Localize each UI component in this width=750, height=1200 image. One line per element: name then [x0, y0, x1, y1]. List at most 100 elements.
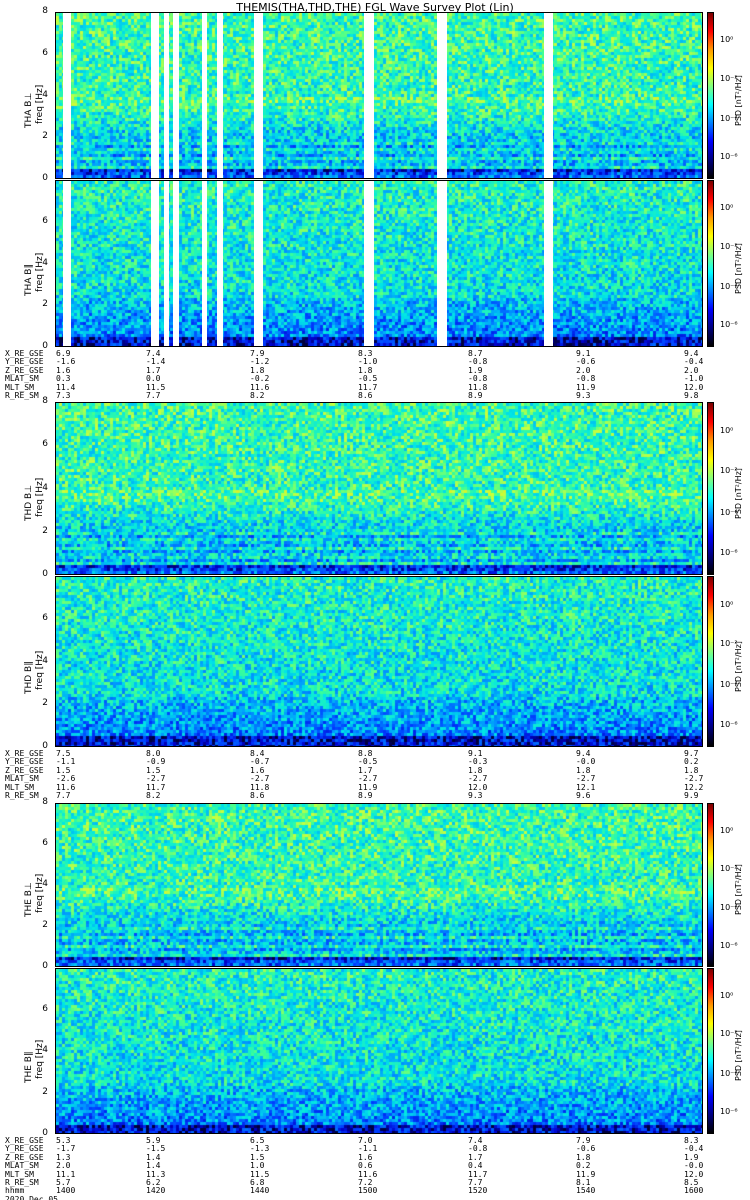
ephemeris-column: 7.4 -1.4 1.7 0.0 11.5 7.7 [146, 349, 166, 401]
ephemeris-column: 5.3 -1.7 1.3 2.0 11.1 5.7 1400 [56, 1136, 76, 1196]
ephemeris-column: 5.9 -1.5 1.4 1.4 11.3 6.2 1420 [146, 1136, 166, 1196]
colorbar-tick: 10⁰ [720, 991, 734, 1001]
panel-yunit: freq [Hz] [35, 252, 45, 292]
colorbar [707, 180, 714, 347]
ephemeris-labels: X_RE_GSE Y_RE_GSE Z_RE_GSE MLAT_SM MLT_S… [5, 349, 44, 401]
colorbar-tick: 10⁻⁶ [720, 547, 738, 557]
colorbar-label: PSD [nT²/Hz] [734, 640, 743, 692]
data-gap [217, 13, 223, 178]
panel-yunit: freq [Hz] [35, 477, 45, 517]
data-gap [164, 181, 169, 346]
data-gap [151, 181, 159, 346]
spectrogram-panel [55, 180, 703, 347]
y-tick-label: 8 [42, 6, 48, 16]
data-gap [254, 181, 263, 346]
probe-component-label: THD B∥ [24, 660, 34, 694]
ephemeris-column: 7.4 -0.8 1.7 0.4 11.7 7.7 1520 [468, 1136, 488, 1196]
y-tick-label: 6 [42, 215, 48, 226]
data-gap [364, 13, 374, 178]
probe-component-label: THD B⊥ [24, 484, 34, 521]
spectrogram-panel [55, 968, 703, 1134]
colorbar [707, 803, 714, 967]
ephemeris-column: 8.0 -0.9 1.5 -2.7 11.7 8.2 [146, 749, 166, 801]
ephemeris-column: 6.9 -1.6 1.6 0.3 11.4 7.3 [56, 349, 76, 401]
y-tick-label: 2 [42, 698, 48, 709]
colorbar [707, 576, 714, 747]
probe-component-label: THE B∥ [24, 1051, 34, 1084]
data-gap [437, 13, 447, 178]
ephemeris-column: 9.1 -0.3 1.8 -2.7 12.0 9.3 [468, 749, 488, 801]
spectrogram-image [56, 804, 702, 966]
data-gap [544, 181, 553, 346]
data-gap [254, 13, 263, 178]
spectrogram-image [56, 969, 702, 1133]
colorbar-tick: 10⁻⁶ [720, 152, 738, 162]
y-tick-label: 2 [42, 920, 48, 930]
ephemeris-column: 9.4 -0.4 2.0 -1.0 12.0 9.8 [684, 349, 704, 401]
colorbar-label: PSD [nT²/Hz] [734, 1030, 743, 1081]
colorbar [707, 12, 714, 179]
panel-ylabel: THA B⊥ [24, 92, 34, 127]
probe-component-label: THE B⊥ [24, 882, 34, 917]
y-tick-label: 0 [42, 961, 48, 971]
ephemeris-column: 7.0 -1.1 1.6 0.6 11.6 7.2 1500 [358, 1136, 378, 1196]
y-tick-label: 0 [42, 569, 48, 579]
wave-survey-plot: THEMIS(THA,THD,THE) FGL Wave Survey Plot… [0, 0, 750, 1200]
spectrogram-image [56, 403, 702, 574]
spectrogram-image [56, 577, 702, 746]
ephemeris-column: 9.1 -0.6 2.0 -0.8 11.9 9.3 [576, 349, 596, 401]
y-tick-label: 6 [42, 1003, 48, 1014]
data-gap [364, 181, 374, 346]
y-tick-label: 0 [42, 173, 48, 183]
ephemeris-column: 9.7 0.2 1.8 -2.7 12.2 9.9 [684, 749, 704, 801]
ephemeris-column: 8.7 -0.8 1.9 -0.8 11.8 8.9 [468, 349, 488, 401]
ephemeris-column: 7.9 -1.2 1.8 -0.2 11.6 8.2 [250, 349, 270, 401]
colorbar-label: PSD [nT²/Hz] [734, 242, 743, 294]
colorbar-tick: 10⁰ [720, 825, 734, 835]
ephemeris-column: 8.4 -0.7 1.6 -2.7 11.8 8.6 [250, 749, 270, 801]
data-gap [437, 181, 447, 346]
colorbar-tick: 10⁻⁶ [720, 940, 738, 950]
colorbar-label: PSD [nT²/Hz] [734, 74, 743, 126]
ephemeris-column: 8.3 -1.0 1.8 -0.5 11.7 8.6 [358, 349, 378, 401]
colorbar-label: PSD [nT²/Hz] [734, 864, 743, 915]
y-tick-label: 8 [42, 396, 48, 406]
colorbar [707, 402, 714, 575]
panel-ylabel: THE B⊥ [24, 882, 34, 917]
data-gap [63, 13, 71, 178]
probe-component-label: THA B∥ [24, 263, 34, 296]
y-tick-label: 2 [42, 299, 48, 310]
ephemeris-labels: X_RE_GSE Y_RE_GSE Z_RE_GSE MLAT_SM MLT_S… [5, 749, 44, 801]
spectrogram-panel [55, 12, 703, 179]
data-gap [544, 13, 553, 178]
colorbar-tick: 10⁰ [720, 203, 734, 213]
colorbar-tick: 10⁻⁶ [720, 719, 738, 729]
ephemeris-column: 8.3 -0.4 1.9 -0.0 12.0 8.5 1600 [684, 1136, 704, 1196]
colorbar-tick: 10⁰ [720, 35, 734, 45]
y-tick-label: 6 [42, 612, 48, 623]
panel-ylabel: THA B∥ [24, 264, 34, 296]
y-tick-label: 2 [42, 131, 48, 142]
colorbar-tick: 10⁰ [720, 426, 734, 436]
data-gap [202, 181, 207, 346]
ephemeris-column: 7.9 -0.6 1.8 0.2 11.9 8.1 1540 [576, 1136, 596, 1196]
panel-ylabel: THD B⊥ [24, 484, 34, 520]
y-tick-label: 6 [42, 838, 48, 848]
date-label: 2020 Dec 05 [5, 1194, 58, 1200]
colorbar-tick: 10⁻⁶ [720, 1107, 738, 1117]
data-gap [173, 181, 179, 346]
colorbar-tick: 10⁻⁶ [720, 320, 738, 330]
panel-yunit: freq [Hz] [35, 84, 45, 124]
data-gap [202, 13, 207, 178]
y-tick-label: 6 [42, 439, 48, 450]
y-tick-label: 2 [42, 525, 48, 536]
panel-ylabel: THD B∥ [24, 661, 34, 694]
colorbar [707, 968, 714, 1134]
spectrogram-panel [55, 402, 703, 575]
ephemeris-column: 6.5 -1.3 1.5 1.0 11.5 6.8 1440 [250, 1136, 270, 1196]
y-tick-label: 2 [42, 1086, 48, 1097]
colorbar-label: PSD [nT²/Hz] [734, 467, 743, 519]
colorbar-tick: 10⁰ [720, 600, 734, 610]
data-gap [173, 13, 179, 178]
spectrogram-panel [55, 576, 703, 747]
